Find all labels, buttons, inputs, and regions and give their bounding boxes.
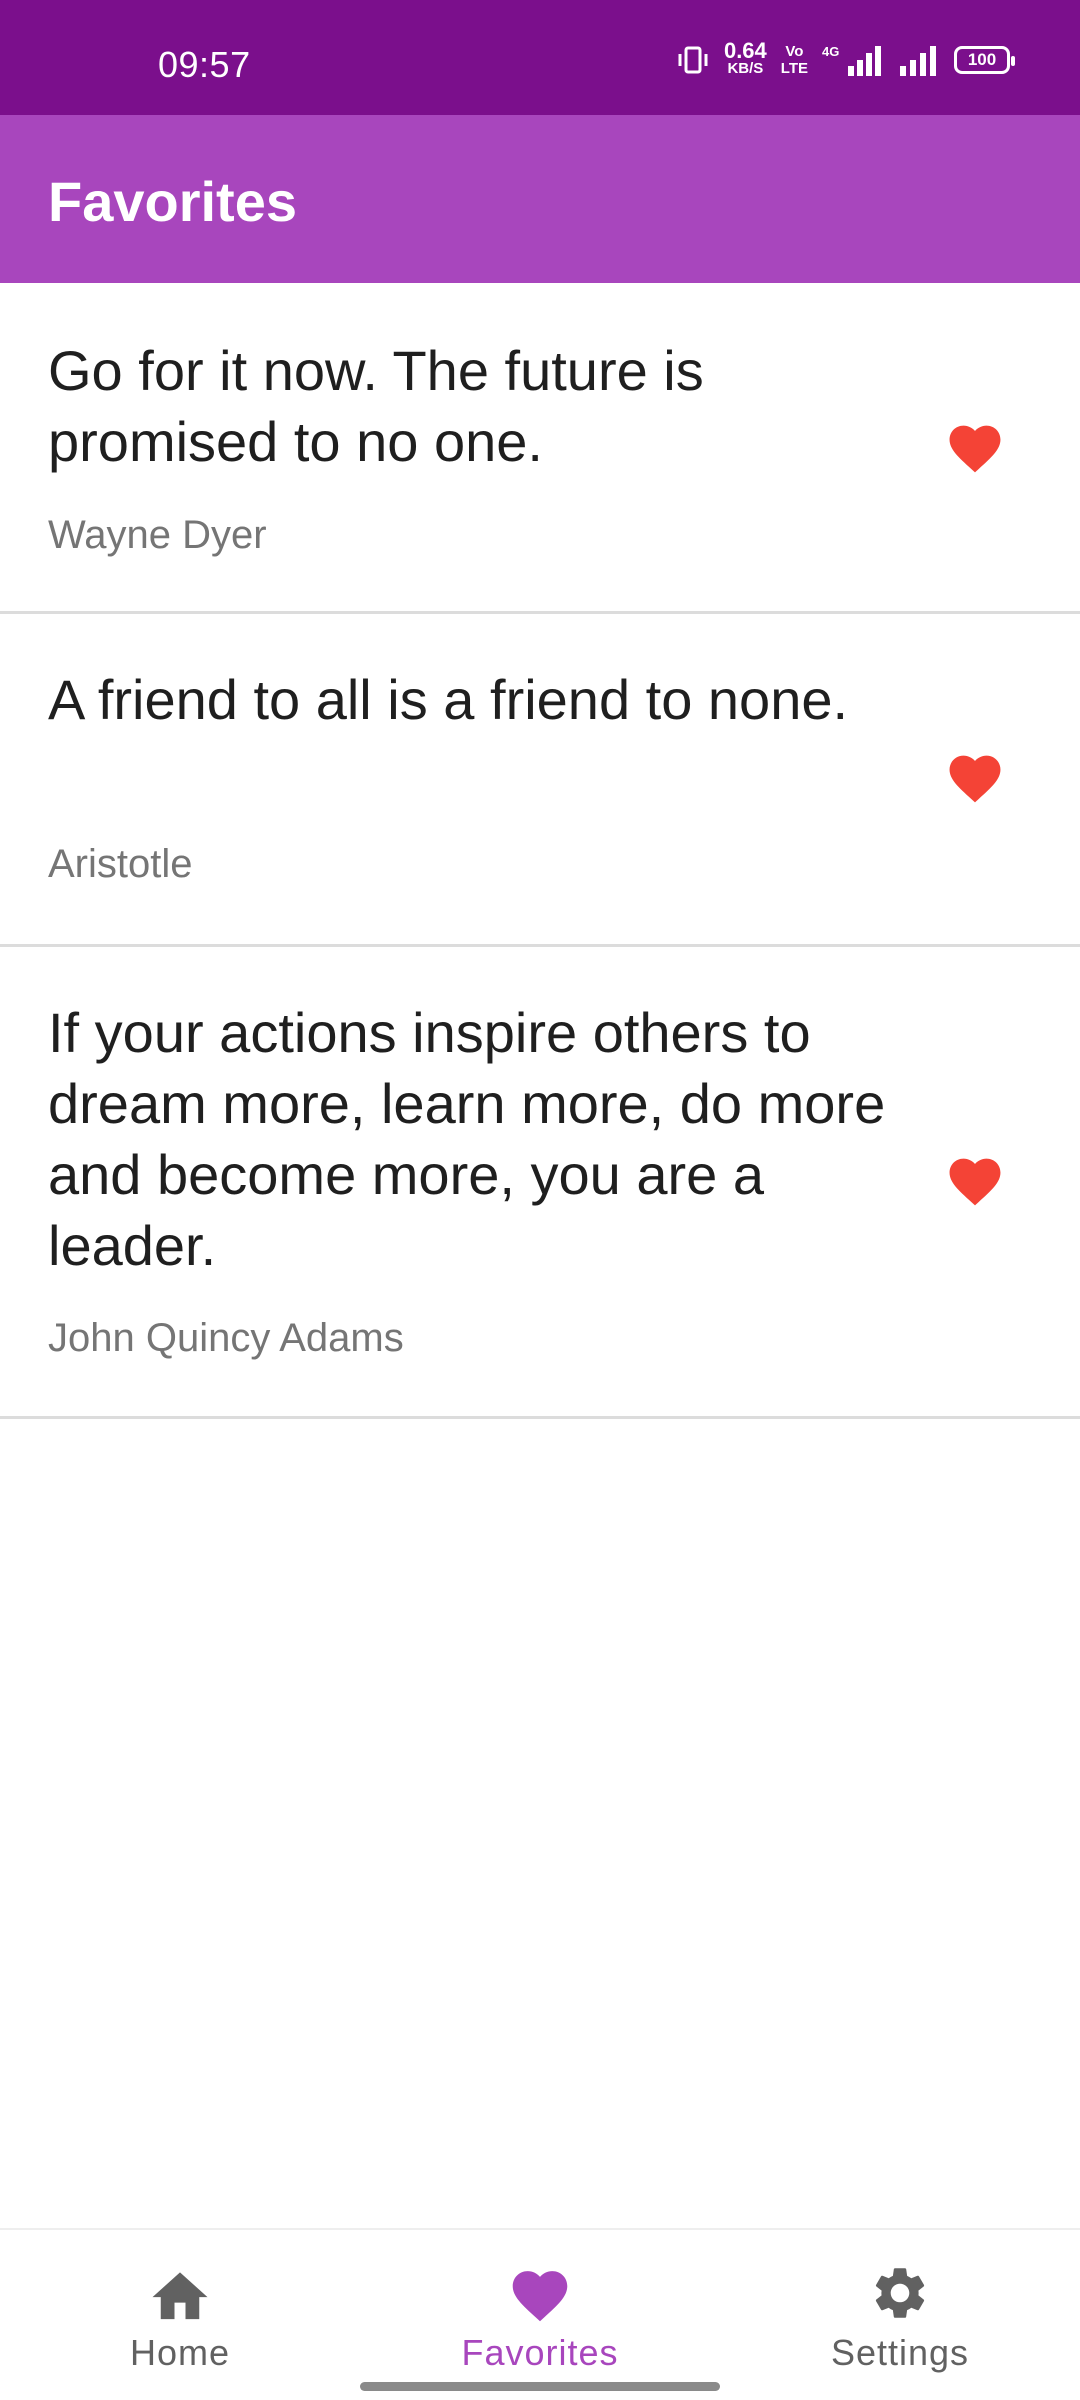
page-title: Favorites (48, 170, 297, 233)
nav-item-settings[interactable]: Settings (720, 2230, 1080, 2400)
status-bar: 09:57 0.64 KB/S Vo LTE 4G 100 (0, 0, 1080, 115)
nav-label-favorites: Favorites (461, 2332, 619, 2373)
home-icon (147, 2262, 213, 2324)
svg-text:4G: 4G (822, 44, 839, 59)
nav-label-settings: Settings (830, 2332, 970, 2373)
heart-icon (507, 2262, 573, 2324)
quote-text: A friend to all is a friend to none. (48, 668, 849, 731)
bottom-navigation: Home Favorites Settings (0, 2228, 1080, 2400)
quote-author: Aristotle (48, 842, 193, 886)
list-item[interactable]: A friend to all is a friend to none. Ari… (0, 614, 1080, 947)
signal-icon (898, 42, 940, 78)
list-item[interactable]: If your actions inspire others to dream … (0, 947, 1080, 1419)
heart-icon (949, 1158, 1001, 1206)
quote-text: Go for it now. The future is promised to… (48, 339, 704, 473)
favorites-screen: 09:57 0.64 KB/S Vo LTE 4G 100 Favorites … (0, 0, 1080, 2400)
favorite-toggle-button[interactable] (940, 414, 1010, 478)
favorite-toggle-button[interactable] (940, 1147, 1010, 1211)
status-icons: 0.64 KB/S Vo LTE 4G 100 (676, 38, 1015, 80)
battery-icon: 100 (954, 46, 1015, 74)
list-item[interactable]: Go for it now. The future is promised to… (0, 283, 1080, 614)
volte-indicator: Vo LTE (780, 43, 808, 77)
quote-author: John Quincy Adams (48, 1316, 404, 1360)
quote-list: Go for it now. The future is promised to… (0, 283, 1080, 1419)
gear-icon (869, 2262, 931, 2324)
vibrate-icon (676, 44, 710, 76)
favorite-toggle-button[interactable] (940, 744, 1010, 808)
gesture-handle[interactable] (360, 2382, 720, 2391)
quote-text: If your actions inspire others to dream … (48, 1001, 886, 1277)
nav-label-home: Home (129, 2332, 231, 2373)
signal-4g-icon: 4G (822, 42, 884, 78)
network-speed: 0.64 KB/S (723, 38, 767, 78)
heart-icon (949, 755, 1001, 803)
quote-author: Wayne Dyer (48, 513, 267, 557)
nav-item-home[interactable]: Home (0, 2230, 360, 2400)
app-bar: Favorites (0, 115, 1080, 283)
nav-item-favorites[interactable]: Favorites (360, 2230, 720, 2400)
status-time: 09:57 (158, 44, 251, 85)
heart-icon (949, 425, 1001, 473)
